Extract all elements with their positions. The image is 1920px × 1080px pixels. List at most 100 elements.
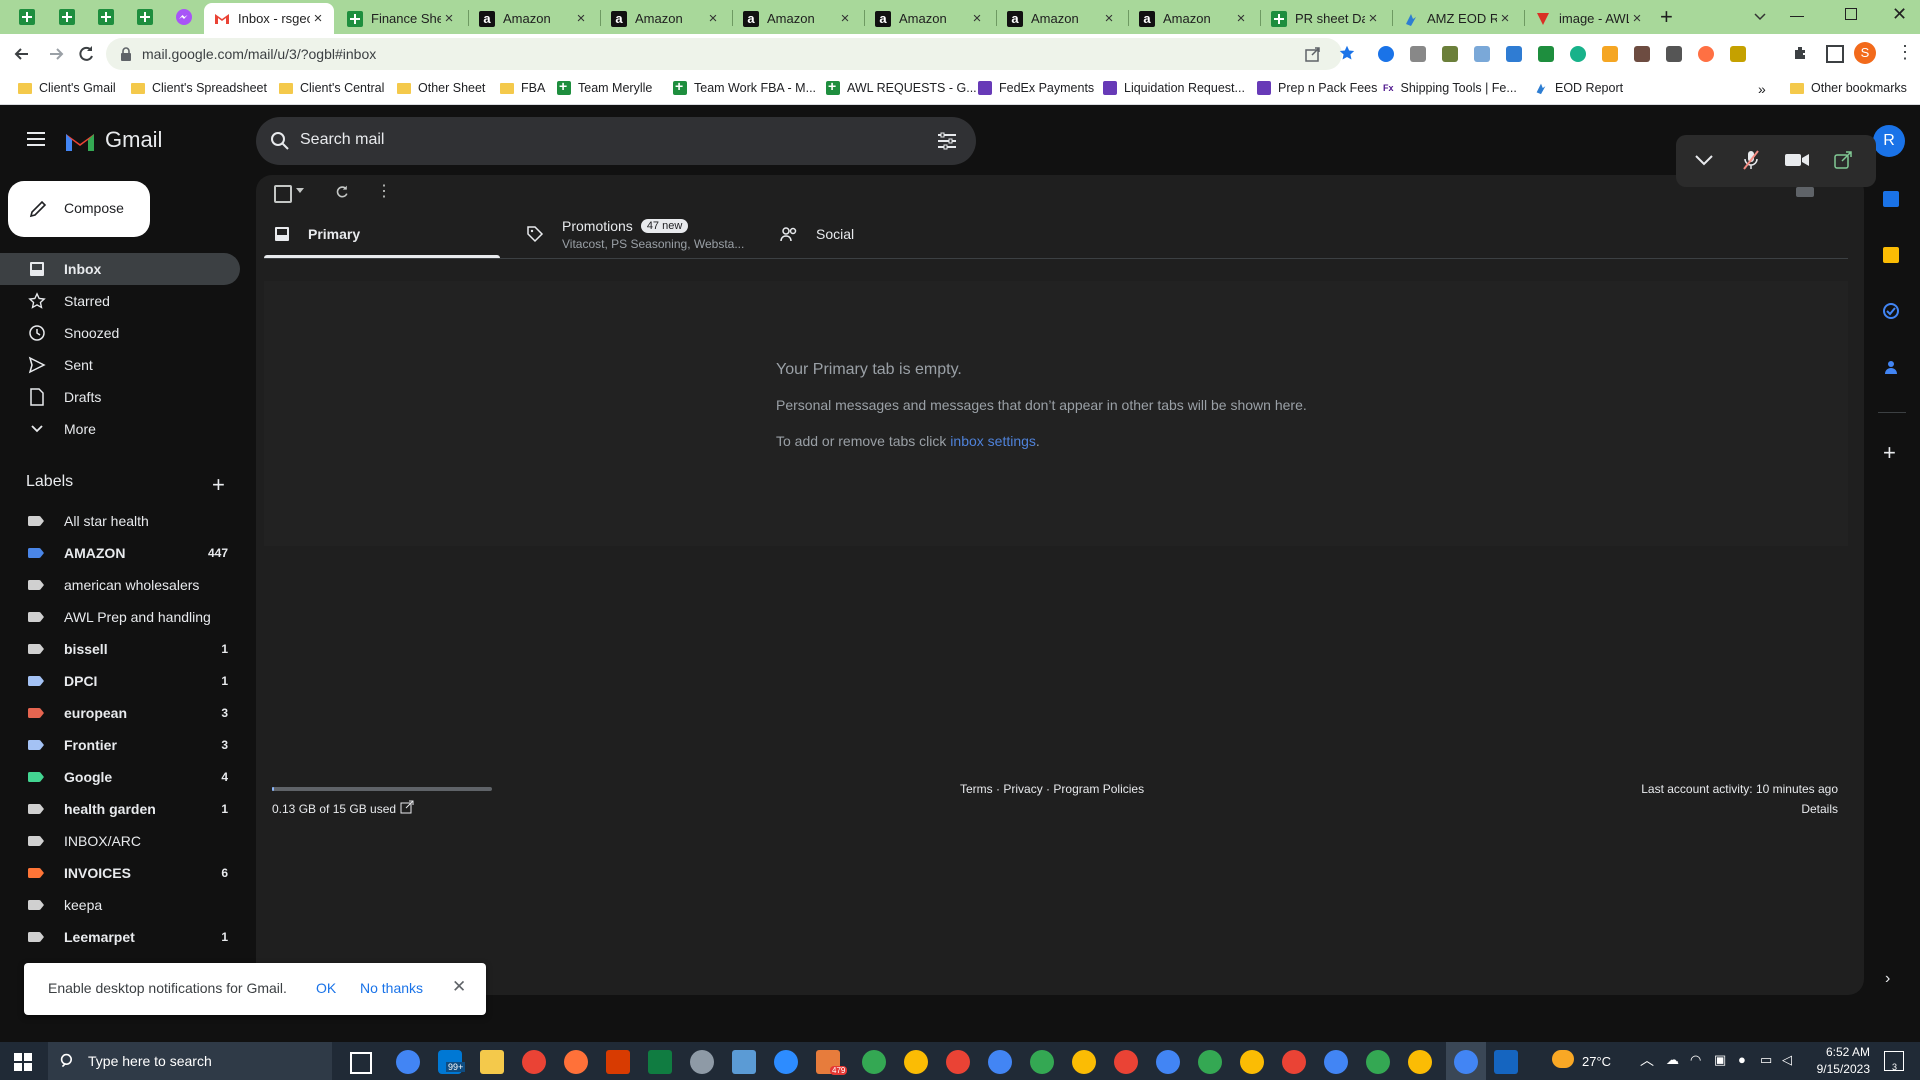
label-item[interactable]: american wholesalers <box>0 569 240 601</box>
nav-starred[interactable]: Starred <box>0 285 240 317</box>
gmail-logo-icon[interactable] <box>64 129 96 153</box>
forward-icon[interactable] <box>46 44 66 64</box>
tab-finance-sheet[interactable]: Finance Shee × <box>337 3 465 34</box>
extension-icon[interactable] <box>1410 46 1426 62</box>
more-options-icon[interactable]: ⋮ <box>376 181 392 201</box>
pinned-tab-sheets[interactable] <box>134 6 156 28</box>
label-item[interactable]: bissell 1 <box>0 633 240 665</box>
add-label-icon[interactable]: + <box>212 472 225 498</box>
extension-icon[interactable] <box>1634 46 1650 62</box>
task-view-icon[interactable] <box>350 1052 372 1074</box>
bookmark-item[interactable]: AWL REQUESTS - G... <box>826 78 977 95</box>
close-tab-icon[interactable]: × <box>837 10 853 27</box>
tab-pr-sheet[interactable]: PR sheet Da × <box>1261 3 1389 34</box>
clock-time[interactable]: 6:52 AM <box>1806 1045 1870 1059</box>
taskbar-search-box[interactable]: Type here to search <box>48 1042 332 1080</box>
close-tab-icon[interactable]: × <box>573 10 589 27</box>
program-policies-link[interactable]: Program Policies <box>1053 782 1144 796</box>
search-icon[interactable] <box>270 131 290 151</box>
bookmark-item[interactable]: Prep n Pack Fees <box>1257 81 1377 95</box>
notification-no-thanks-button[interactable]: No thanks <box>360 980 423 996</box>
chrome-icon[interactable] <box>1324 1050 1348 1074</box>
maximize-icon[interactable] <box>1845 8 1857 20</box>
extensions-puzzle-icon[interactable] <box>1792 44 1810 62</box>
extension-icon[interactable] <box>1730 46 1746 62</box>
browser-menu-icon[interactable]: ⋮ <box>1896 42 1914 63</box>
close-tab-icon[interactable]: × <box>969 10 985 27</box>
activity-details-link[interactable]: Details <box>1801 802 1838 816</box>
extension-icon[interactable] <box>1602 46 1618 62</box>
clock-date[interactable]: 9/15/2023 <box>1806 1062 1870 1076</box>
add-addon-icon[interactable]: + <box>1883 440 1896 466</box>
extension-icon[interactable] <box>1666 46 1682 62</box>
tab-image-awl[interactable]: image - AWL × <box>1525 3 1653 34</box>
volume-icon[interactable]: ◁ <box>1782 1052 1792 1068</box>
notification-ok-button[interactable]: OK <box>316 980 336 996</box>
wifi-icon[interactable]: ◠ <box>1690 1052 1701 1068</box>
collapse-chevron-icon[interactable] <box>1694 153 1714 167</box>
account-avatar[interactable]: R <box>1873 125 1905 157</box>
input-tools-icon[interactable] <box>1796 187 1814 197</box>
bookmarks-overflow[interactable]: » <box>1758 81 1766 97</box>
bookmark-star-icon[interactable] <box>1338 44 1356 62</box>
chrome-icon[interactable] <box>1240 1050 1264 1074</box>
bookmark-item[interactable]: Client's Gmail <box>18 81 116 95</box>
extension-icon[interactable] <box>1378 46 1394 62</box>
minimize-icon[interactable] <box>1790 16 1804 17</box>
file-explorer-icon[interactable] <box>480 1050 504 1074</box>
select-all-checkbox[interactable] <box>274 185 292 203</box>
search-options-icon[interactable] <box>936 131 958 151</box>
label-item[interactable]: DPCI 1 <box>0 665 240 697</box>
nav-drafts[interactable]: Drafts <box>0 381 240 413</box>
chrome-icon[interactable] <box>396 1050 420 1074</box>
tab-amazon[interactable]: a Amazon × <box>733 3 861 34</box>
nav-sent[interactable]: Sent <box>0 349 240 381</box>
profile-avatar[interactable]: S <box>1854 42 1876 64</box>
tab-social[interactable]: Social <box>780 211 854 257</box>
open-in-new-icon[interactable] <box>1834 151 1852 169</box>
tab-gmail-inbox[interactable]: Inbox - rsgeo × <box>204 3 334 34</box>
chrome-icon[interactable] <box>904 1050 928 1074</box>
tab-amz-eod[interactable]: AMZ EOD Re × <box>1393 3 1521 34</box>
video-camera-icon[interactable] <box>1784 152 1810 168</box>
extension-icon[interactable] <box>1698 46 1714 62</box>
extension-icon[interactable] <box>1538 46 1554 62</box>
label-item[interactable]: INBOX/ARC <box>0 825 240 857</box>
close-tab-icon[interactable]: × <box>441 10 457 27</box>
mic-off-icon[interactable] <box>1742 149 1760 171</box>
app-icon[interactable] <box>690 1050 714 1074</box>
inbox-settings-link[interactable]: inbox settings <box>950 433 1036 449</box>
battery-icon[interactable]: ▭ <box>1760 1052 1772 1068</box>
extension-icon[interactable] <box>1442 46 1458 62</box>
tab-amazon[interactable]: a Amazon × <box>1129 3 1257 34</box>
microphone-icon[interactable]: ● <box>1738 1052 1746 1067</box>
bookmark-item[interactable]: Fx Shipping Tools | Fe... <box>1383 81 1517 95</box>
chrome-icon[interactable] <box>988 1050 1012 1074</box>
tab-amazon[interactable]: a Amazon × <box>469 3 597 34</box>
label-item[interactable]: AMAZON 447 <box>0 537 240 569</box>
calendar-icon[interactable] <box>1883 191 1899 207</box>
pinned-tab-sheets[interactable] <box>56 6 78 28</box>
chrome-icon[interactable] <box>1030 1050 1054 1074</box>
tray-overflow-icon[interactable]: ︿ <box>1640 1050 1654 1070</box>
app-icon[interactable] <box>1494 1050 1518 1074</box>
close-window-icon[interactable]: ✕ <box>1892 4 1907 25</box>
chrome-icon[interactable] <box>1282 1050 1306 1074</box>
close-tab-icon[interactable]: × <box>1629 10 1645 27</box>
close-tab-icon[interactable]: × <box>310 10 326 27</box>
refresh-icon[interactable] <box>334 184 350 200</box>
search-input[interactable]: Search mail <box>300 131 384 149</box>
bookmark-item[interactable]: Liquidation Request... <box>1103 81 1245 95</box>
tasks-icon[interactable] <box>1883 303 1899 319</box>
bookmark-item[interactable]: Client's Central <box>279 81 384 95</box>
nav-snoozed[interactable]: Snoozed <box>0 317 240 349</box>
reload-icon[interactable] <box>76 44 96 64</box>
share-icon[interactable] <box>1304 45 1322 63</box>
extension-icon[interactable] <box>1570 46 1586 62</box>
tab-promotions[interactable]: Promotions 47 new Vitacost, PS Seasoning… <box>526 211 744 257</box>
search-bar[interactable]: Search mail <box>256 117 976 165</box>
side-panel-icon[interactable] <box>1826 45 1844 63</box>
tab-primary[interactable]: Primary <box>274 211 360 257</box>
tab-amazon[interactable]: a Amazon × <box>601 3 729 34</box>
calculator-icon[interactable] <box>648 1050 672 1074</box>
